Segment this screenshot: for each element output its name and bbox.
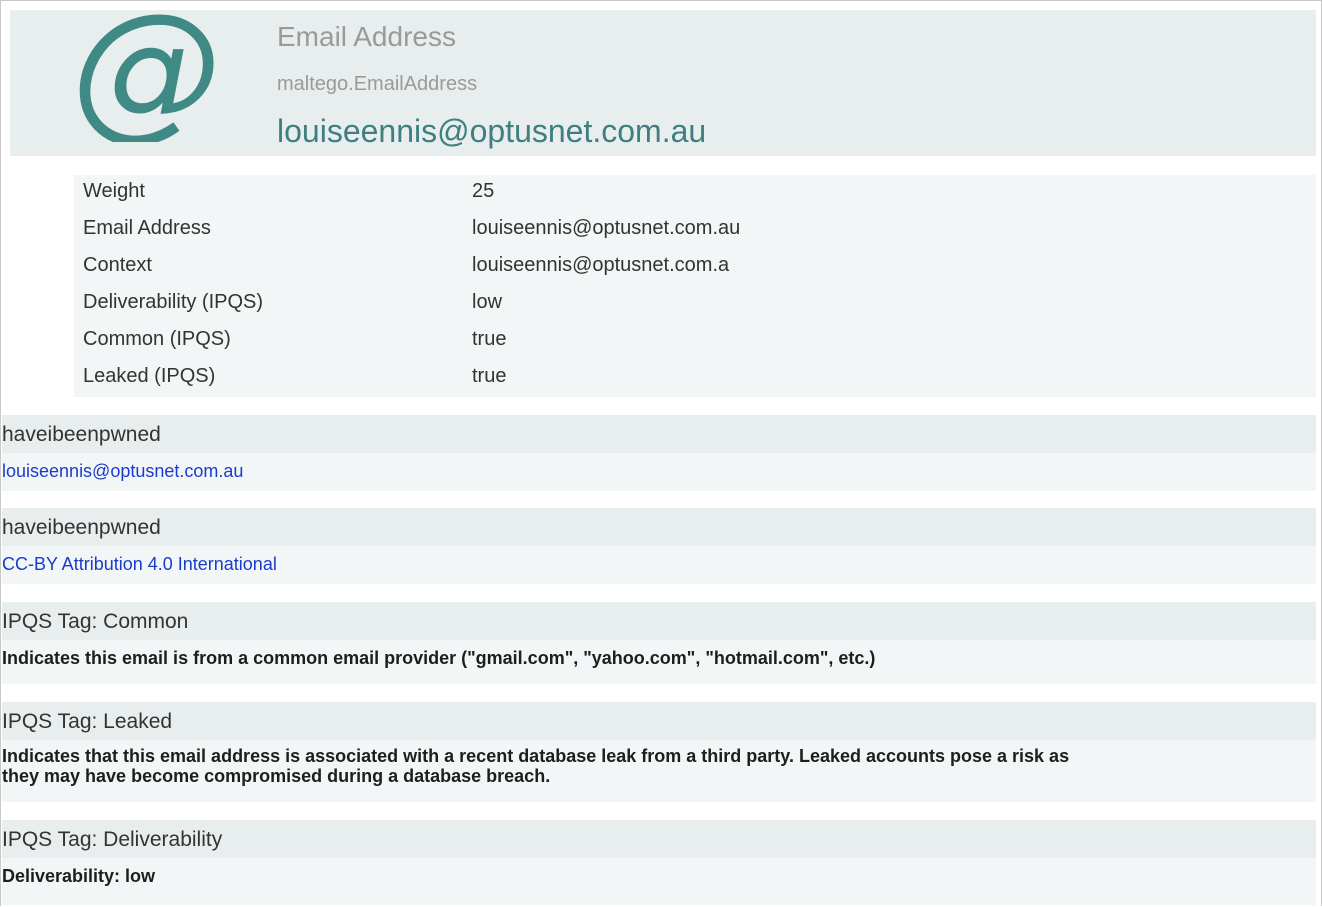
property-value: low [472, 291, 503, 313]
entity-value: louiseennis@optusnet.com.au [277, 113, 707, 149]
property-value: true [472, 328, 507, 350]
entity-header: @ Email Address maltego.EmailAddress lou… [10, 10, 1316, 156]
property-row: Leaked (IPQS) true [74, 360, 1316, 398]
entity-type-name: Email Address [277, 21, 456, 52]
property-key: Weight [83, 180, 145, 202]
section-title-text: IPQS Tag: Leaked [2, 710, 173, 733]
section-title-haveibeenpwned: haveibeenpwned [2, 415, 1316, 453]
section-title-ipqs-deliverability: IPQS Tag: Deliverability [2, 820, 1316, 858]
section-title-ipqs-common: IPQS Tag: Common [2, 602, 1316, 640]
property-row: Common (IPQS) true [74, 323, 1316, 361]
section-body-ipqs-common: Indicates this email is from a common em… [2, 640, 1316, 684]
section-title-haveibeenpwned-license: haveibeenpwned [2, 508, 1316, 546]
section-title-text: haveibeenpwned [2, 423, 161, 446]
license-link[interactable]: CC-BY Attribution 4.0 International [2, 554, 277, 575]
section-body-haveibeenpwned: louiseennis@optusnet.com.au [2, 453, 1316, 491]
property-value: true [472, 365, 507, 387]
section-title-text: IPQS Tag: Common [2, 610, 189, 633]
svg-text:@: @ [76, 12, 216, 142]
property-row: Deliverability (IPQS) low [74, 286, 1316, 324]
entity-type-id: maltego.EmailAddress [277, 73, 478, 95]
property-key: Email Address [83, 217, 211, 239]
section-title-text: IPQS Tag: Deliverability [2, 828, 223, 851]
property-key: Leaked (IPQS) [83, 365, 216, 387]
property-key: Context [83, 254, 152, 276]
section-title-ipqs-leaked: IPQS Tag: Leaked [2, 702, 1316, 740]
section-body-ipqs-deliverability: Deliverability: low [2, 858, 1316, 905]
property-row: Email Address louiseennis@optusnet.com.a… [74, 212, 1316, 250]
property-value: louiseennis@optusnet.com.a [472, 254, 730, 276]
ipqs-common-description: Indicates this email is from a common em… [2, 648, 876, 668]
property-value: 25 [472, 180, 495, 202]
property-value: louiseennis@optusnet.com.au [472, 217, 741, 239]
property-row: Context louiseennis@optusnet.com.a [74, 249, 1316, 287]
email-link[interactable]: louiseennis@optusnet.com.au [2, 461, 243, 482]
section-body-ipqs-leaked: Indicates that this email address is ass… [2, 740, 1316, 802]
section-body-license: CC-BY Attribution 4.0 International [2, 546, 1316, 584]
property-key: Deliverability (IPQS) [83, 291, 264, 313]
ipqs-leaked-description: Indicates that this email address is ass… [2, 746, 1070, 786]
property-row: Weight 25 [74, 175, 1316, 213]
at-sign-icon: @ [76, 12, 216, 142]
section-title-text: haveibeenpwned [2, 516, 161, 539]
ipqs-deliverability-description: Deliverability: low [2, 866, 156, 886]
property-key: Common (IPQS) [83, 328, 231, 350]
properties-table: Weight 25 Email Address louiseennis@optu… [74, 175, 1316, 397]
